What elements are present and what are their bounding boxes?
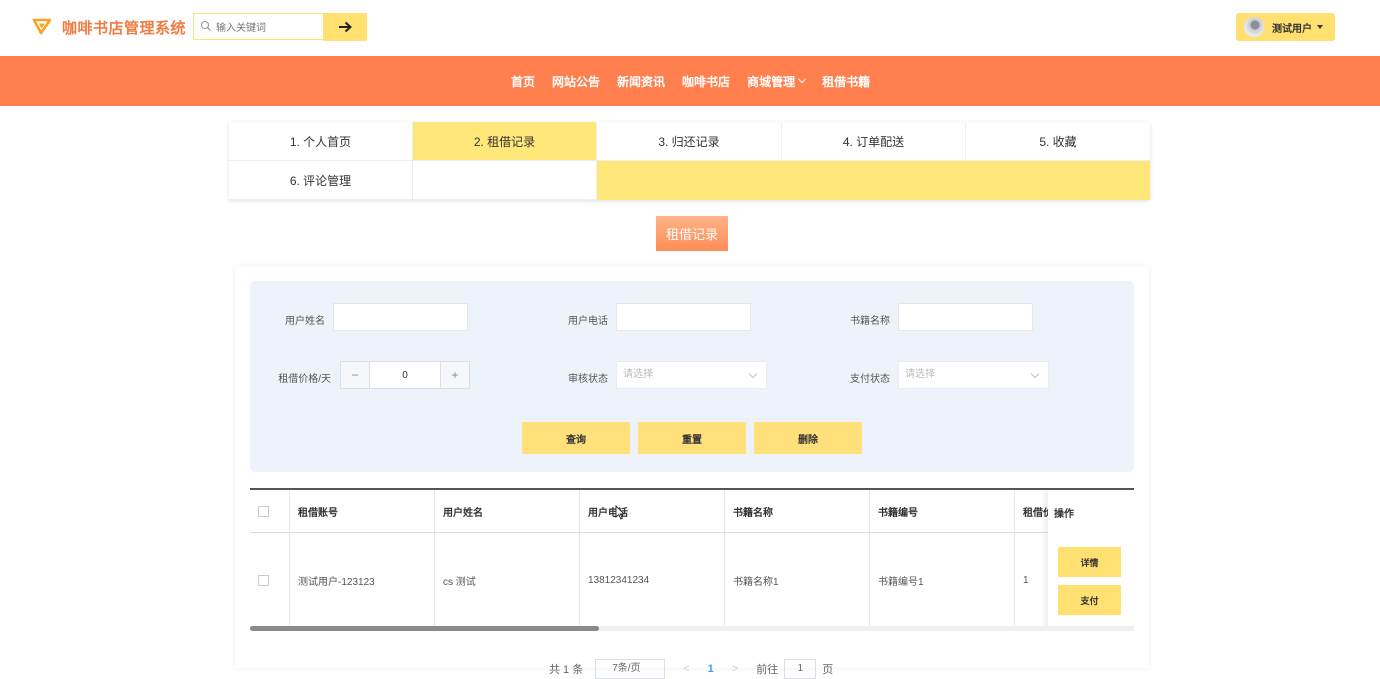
- records-table: 租借账号 用户姓名 用户电话 书籍名称 书籍编号 租借价 测试用户-123123…: [250, 488, 1134, 630]
- column-header[interactable]: 租借账号: [290, 490, 435, 532]
- caret-down-icon: [1317, 25, 1323, 29]
- mouse-cursor-icon: [615, 505, 625, 520]
- arrow-right-icon: [339, 21, 352, 33]
- current-page[interactable]: 1: [708, 663, 714, 675]
- goto-label: 前往: [756, 664, 779, 676]
- select-all-checkbox[interactable]: [258, 505, 269, 517]
- user-name: 测试用户: [1272, 23, 1312, 35]
- nav-item-label: 商城管理: [747, 74, 796, 89]
- page-unit-label: 页: [822, 664, 834, 676]
- operations-header: 操作: [1054, 509, 1074, 520]
- user-name-field[interactable]: [333, 303, 468, 331]
- section-title: 租借记录: [656, 216, 728, 251]
- pay-status-label: 支付状态: [850, 374, 890, 385]
- table-header: 租借账号 用户姓名 用户电话 书籍名称 书籍编号 租借价: [250, 490, 1134, 533]
- pay-button[interactable]: 支付: [1058, 585, 1121, 615]
- scrollbar-thumb[interactable]: [250, 626, 599, 631]
- goto-page-input[interactable]: 1: [784, 659, 817, 679]
- user-name-label: 用户姓名: [285, 316, 325, 327]
- book-name-field[interactable]: [898, 303, 1033, 331]
- search-box[interactable]: [193, 13, 323, 40]
- main-nav: 首页 网站公告 新闻资讯 咖啡书店 商城管理 租借书籍: [0, 56, 1380, 106]
- nav-item-home[interactable]: 首页: [511, 73, 535, 90]
- chevron-down-icon: [1030, 369, 1040, 379]
- tab-rent-records[interactable]: 2. 租借记录: [413, 122, 597, 161]
- cell-phone: 13812341234: [580, 533, 725, 628]
- price-stepper[interactable]: − 0 +: [340, 361, 470, 389]
- tab-comment-management[interactable]: 6. 评论管理: [229, 161, 413, 200]
- pagination: 共 1 条 7条/页 < 1 > 前往 1 页: [549, 659, 833, 679]
- nav-item-coffee-bookstore[interactable]: 咖啡书店: [682, 73, 730, 90]
- select-all-cell: [250, 490, 290, 532]
- chevron-down-icon: [797, 74, 807, 84]
- cell-book-number: 书籍编号1: [870, 533, 1015, 628]
- reset-button[interactable]: 重置: [638, 422, 746, 454]
- cell-book-name: 书籍名称1: [725, 533, 870, 628]
- tab-favorites[interactable]: 5. 收藏: [966, 122, 1150, 161]
- next-page-button[interactable]: >: [732, 663, 738, 675]
- profile-tabs: 1. 个人首页 2. 租借记录 3. 归还记录 4. 订单配送 5. 收藏 6.…: [229, 122, 1150, 200]
- column-header[interactable]: 书籍编号: [870, 490, 1015, 532]
- pagination-total: 共 1 条: [549, 664, 584, 676]
- price-label: 租借价格/天: [278, 374, 331, 385]
- tab-row-fill: [597, 161, 1150, 200]
- top-header: 咖啡书店管理系统 测试用户: [0, 0, 1380, 56]
- row-checkbox[interactable]: [258, 575, 269, 586]
- chevron-down-icon: [748, 369, 758, 379]
- tab-return-records[interactable]: 3. 归还记录: [597, 122, 782, 161]
- cell-account: 测试用户-123123: [290, 533, 435, 628]
- operations-column: 操作 详情 支付: [1048, 490, 1134, 630]
- nav-item-mall-management[interactable]: 商城管理: [747, 73, 807, 90]
- table-horizontal-scrollbar[interactable]: [250, 626, 1134, 631]
- tab-order-delivery[interactable]: 4. 订单配送: [782, 122, 966, 161]
- cell-user-name: cs 测试: [435, 533, 580, 628]
- tab-profile-home[interactable]: 1. 个人首页: [229, 122, 413, 161]
- detail-button[interactable]: 详情: [1058, 547, 1121, 577]
- query-button[interactable]: 查询: [522, 422, 630, 454]
- nav-item-announcements[interactable]: 网站公告: [552, 73, 600, 90]
- audit-status-placeholder: 请选择: [623, 369, 653, 380]
- avatar: [1244, 17, 1264, 37]
- pay-status-select[interactable]: 请选择: [898, 361, 1049, 389]
- stepper-minus-button[interactable]: −: [341, 362, 370, 388]
- user-phone-label: 用户电话: [568, 316, 608, 327]
- pay-status-placeholder: 请选择: [905, 369, 935, 380]
- user-phone-field[interactable]: [616, 303, 751, 331]
- delete-button[interactable]: 删除: [754, 422, 862, 454]
- column-header[interactable]: 书籍名称: [725, 490, 870, 532]
- search-button[interactable]: [323, 13, 367, 41]
- column-header[interactable]: 用户姓名: [435, 490, 580, 532]
- audit-status-label: 审核状态: [568, 374, 608, 385]
- table-row: 测试用户-123123 cs 测试 13812341234 书籍名称1 书籍编号…: [250, 533, 1134, 628]
- audit-status-select[interactable]: 请选择: [616, 361, 767, 389]
- app-title: 咖啡书店管理系统: [62, 20, 187, 37]
- logo-icon: [32, 18, 52, 35]
- prev-page-button[interactable]: <: [683, 663, 689, 675]
- row-select-cell: [250, 533, 290, 628]
- nav-item-rent-books[interactable]: 租借书籍: [822, 73, 870, 90]
- stepper-plus-button[interactable]: +: [440, 362, 469, 388]
- book-name-label: 书籍名称: [850, 316, 890, 327]
- price-value[interactable]: 0: [370, 362, 440, 388]
- user-menu-button[interactable]: 测试用户: [1236, 13, 1335, 41]
- page-size-select[interactable]: 7条/页: [595, 659, 666, 679]
- column-header[interactable]: 用户电话: [580, 490, 725, 532]
- search-input[interactable]: [214, 18, 318, 38]
- nav-item-news[interactable]: 新闻资讯: [617, 73, 665, 90]
- tab-empty-cell: [413, 161, 597, 200]
- search-icon: [200, 20, 211, 31]
